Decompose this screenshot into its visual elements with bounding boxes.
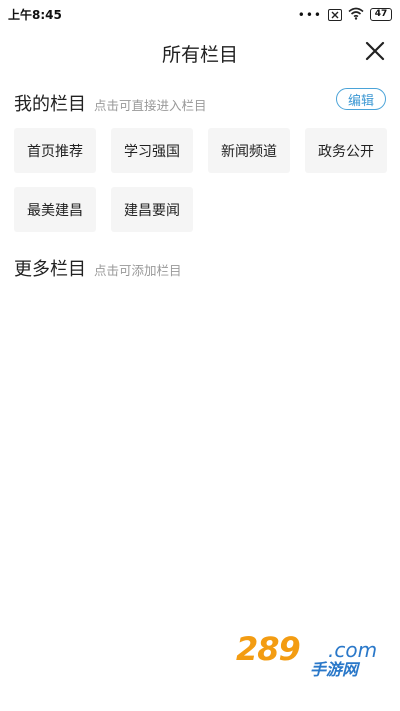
watermark-logo: 289 .com 手游网 — [232, 630, 382, 680]
status-bar: 上午8:45 ••• 47 — [0, 0, 400, 26]
watermark-name: 手游网 — [310, 660, 359, 679]
close-icon — [365, 41, 385, 61]
channel-chip[interactable]: 建昌要闻 — [111, 187, 193, 232]
status-time: 上午8:45 — [8, 8, 62, 22]
my-channels-title: 我的栏目 — [14, 94, 86, 115]
channel-chip[interactable]: 最美建昌 — [14, 187, 96, 232]
my-channels-grid: 首页推荐 学习强国 新闻频道 政务公开 最美建昌 建昌要闻 — [14, 128, 387, 232]
more-channels-hint: 点击可添加栏目 — [94, 263, 182, 278]
page-header: 所有栏目 — [0, 36, 400, 68]
channel-chip[interactable]: 新闻频道 — [208, 128, 290, 173]
page-title: 所有栏目 — [161, 44, 238, 66]
my-channels-header: 我的栏目 点击可直接进入栏目 — [14, 90, 207, 116]
channel-chip[interactable]: 首页推荐 — [14, 128, 96, 173]
more-channels-header: 更多栏目 点击可添加栏目 — [14, 255, 182, 281]
signal-x-icon — [328, 8, 342, 21]
close-button[interactable] — [364, 40, 386, 62]
my-channels-hint: 点击可直接进入栏目 — [94, 98, 207, 113]
channel-chip[interactable]: 学习强国 — [111, 128, 193, 173]
status-icons: ••• 47 — [298, 5, 392, 24]
more-channels-title: 更多栏目 — [14, 259, 86, 280]
watermark-number: 289 — [236, 630, 301, 668]
wifi-icon — [348, 5, 364, 24]
channel-chip[interactable]: 政务公开 — [305, 128, 387, 173]
more-dots-icon: ••• — [297, 7, 322, 22]
battery-icon: 47 — [370, 8, 392, 21]
edit-button[interactable]: 编辑 — [336, 88, 386, 110]
